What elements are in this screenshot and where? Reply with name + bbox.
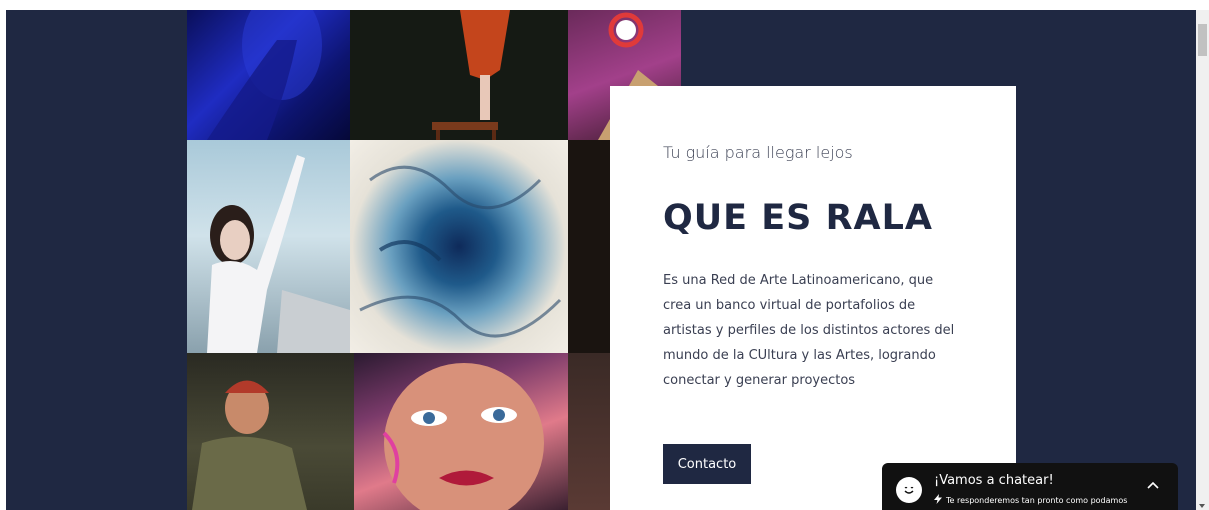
chat-title: ¡Vamos a chatear!: [934, 473, 1054, 488]
top-strip: [0, 0, 1209, 10]
image-painted-face: [354, 353, 568, 510]
smile-icon: [896, 477, 922, 503]
card-heading: QUE ES RALA: [663, 198, 933, 238]
image-dancer-on-stool: [350, 10, 568, 140]
card-eyebrow: Tu guía para llegar lejos: [663, 143, 853, 162]
page-scrollbar[interactable]: [1196, 10, 1209, 510]
image-collage: [187, 10, 681, 510]
about-card: Tu guía para llegar lejos QUE ES RALA Es…: [610, 86, 1016, 510]
scroll-down-arrow-icon[interactable]: [1199, 504, 1205, 508]
chat-subtitle: Te responderemos tan pronto como podamos: [946, 495, 1128, 505]
scrollbar-thumb[interactable]: [1198, 24, 1207, 56]
image-performer-blue: [187, 10, 350, 140]
image-blue-abstract: [350, 140, 568, 353]
chat-subtitle-row: Te responderemos tan pronto como podamos: [934, 494, 1127, 506]
chat-widget[interactable]: ¡Vamos a chatear! Te responderemos tan p…: [882, 463, 1178, 510]
bolt-icon: [934, 494, 942, 506]
card-description: Es una Red de Arte Latinoamericano, que …: [663, 273, 955, 388]
image-woman-raised-arm: [187, 140, 350, 353]
contact-button[interactable]: Contacto: [663, 444, 751, 484]
chevron-up-icon[interactable]: [1146, 479, 1160, 493]
image-costumed-actor: [187, 353, 354, 510]
